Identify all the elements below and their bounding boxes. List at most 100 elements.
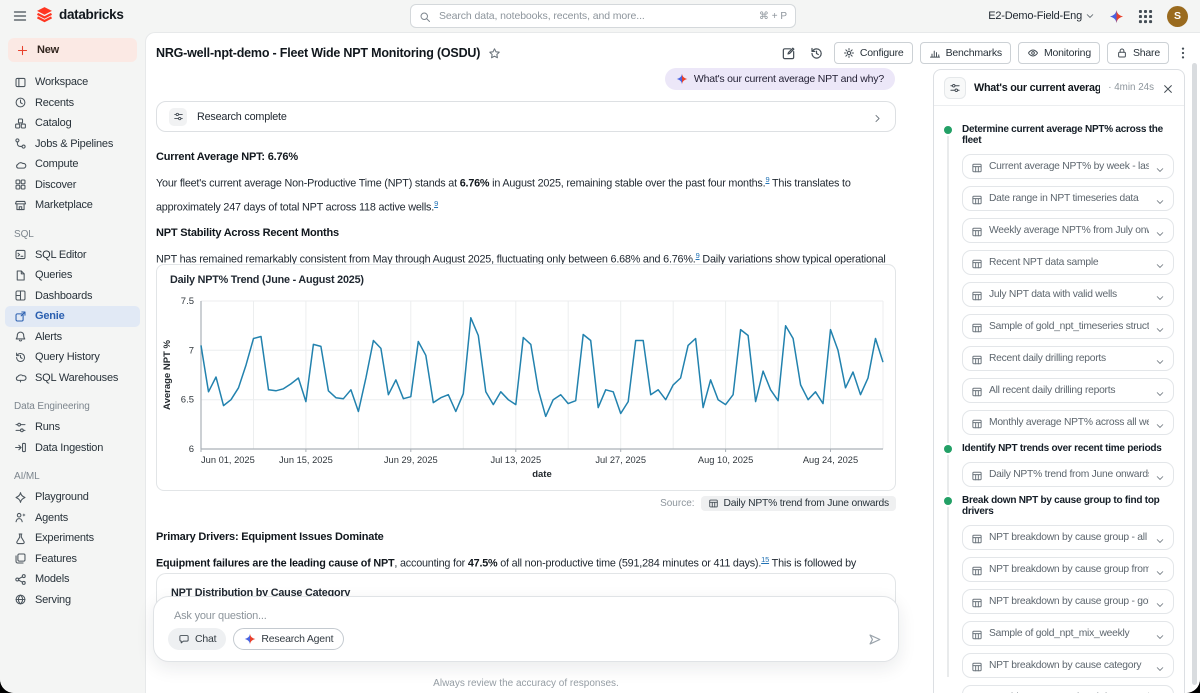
configure-button[interactable]: Configure [834,42,913,64]
sidebar-item-sql-editor[interactable]: SQL Editor [0,245,145,266]
benchmarks-button[interactable]: Benchmarks [920,42,1011,64]
chat-mode-button[interactable]: Chat [168,628,226,650]
research-step-recent-daily-drilling-reports[interactable]: Recent daily drilling reports [962,346,1174,371]
timeline-connector [947,128,949,677]
table-icon [971,385,983,397]
share-button[interactable]: Share [1107,42,1169,64]
sidebar-item-genie[interactable]: Genie [5,306,140,327]
sidebar-item-queries[interactable]: Queries [0,265,145,286]
sidebar-item-workspace[interactable]: Workspace [0,72,145,93]
edit-icon[interactable] [781,46,796,61]
serving-icon [14,593,27,606]
research-step-current-average-npt-by-week-last-60-days[interactable]: Current average NPT% by week - last 60 d… [962,154,1174,179]
research-icon [944,77,966,99]
research-group-identify-npt-trends-over-recent-time-periods: Identify NPT trends over recent time per… [944,443,1174,454]
footnote-link[interactable]: 9 [696,251,700,260]
send-icon[interactable] [867,632,882,647]
table-icon [971,564,983,576]
sidebar-item-label: Agents [35,512,68,524]
sidebar-item-runs[interactable]: Runs [0,417,145,438]
research-step-npt-breakdown-by-cause-group-from-events[interactable]: NPT breakdown by cause group from events [962,557,1174,582]
sidebar-item-label: Genie [35,310,65,322]
sidebar-item-compute[interactable]: Compute [0,154,145,175]
menu-icon[interactable] [12,8,28,24]
sidebar-item-recents[interactable]: Recents [0,93,145,114]
sidebar-item-new[interactable]: New [8,38,137,62]
table-icon [971,596,983,608]
research-status-label: Research complete [197,111,287,123]
research-step-npt-breakdown-by-cause-category[interactable]: NPT breakdown by cause category [962,653,1174,678]
sidebar-item-discover[interactable]: Discover [0,175,145,196]
research-step-july-npt-data-with-valid-wells[interactable]: July NPT data with valid wells [962,282,1174,307]
research-status-card[interactable]: Research complete [156,101,896,132]
scrollbar[interactable] [1192,63,1197,685]
research-step-monthly-npt-cause-breakdown-trend[interactable]: Monthly NPT cause breakdown trend [962,685,1174,693]
research-step-recent-npt-data-sample[interactable]: Recent NPT data sample [962,250,1174,275]
sidebar-item-playground[interactable]: Playground [0,487,145,508]
close-icon[interactable] [1162,82,1174,94]
monitoring-button[interactable]: Monitoring [1018,42,1100,64]
favorite-star-icon[interactable] [488,47,501,60]
section-heading: Primary Drivers: Equipment Issues Domina… [156,531,898,543]
more-menu-icon[interactable] [1176,46,1190,60]
history-icon[interactable] [809,46,824,61]
source-pill[interactable]: Daily NPT% trend from June onwards [701,496,896,511]
sidebar-item-label: Recents [35,97,74,109]
section-heading: Current Average NPT: 6.76% [156,151,898,163]
research-step-weekly-average-npt-from-july-onwards[interactable]: Weekly average NPT% from July onwards [962,218,1174,243]
avatar[interactable]: S [1167,6,1188,27]
workspace-switcher[interactable]: E2-Demo-Field-Eng [988,10,1095,22]
research-step-sample-of-gold-npt-timeseries-structure[interactable]: Sample of gold_npt_timeseries structure [962,314,1174,339]
doc-icon [14,269,27,282]
runs-icon [14,421,27,434]
search-input[interactable] [437,9,753,23]
sidebar-item-query-history[interactable]: Query History [0,347,145,368]
research-step-daily-npt-trend-from-june-onwards[interactable]: Daily NPT% trend from June onwards [962,462,1174,487]
research-step-monthly-average-npt-across-all-wells[interactable]: Monthly average NPT% across all wells [962,410,1174,435]
sidebar-item-marketplace[interactable]: Marketplace [0,195,145,216]
svg-text:Aug 24, 2025: Aug 24, 2025 [803,455,858,465]
pipelines-icon [14,137,27,150]
chevron-down-icon [1155,162,1165,172]
sidebar-item-alerts[interactable]: Alerts [0,327,145,348]
research-step-npt-breakdown-by-cause-group-all-time[interactable]: NPT breakdown by cause group - all time [962,525,1174,550]
research-step-label: July NPT data with valid wells [989,289,1149,300]
content-area: NRG-well-npt-demo - Fleet Wide NPT Monit… [145,32,1200,693]
svg-text:Jul 27, 2025: Jul 27, 2025 [595,455,646,465]
table-icon [971,193,983,205]
footnote-link[interactable]: 9 [434,199,438,208]
research-step-npt-breakdown-by-cause-group-gold-mix-wee[interactable]: NPT breakdown by cause group - gold mix … [962,589,1174,614]
svg-text:Jun 29, 2025: Jun 29, 2025 [384,455,438,465]
chevron-down-icon [1155,226,1165,236]
databricks-logo[interactable]: databricks [36,6,124,23]
sidebar-item-catalog[interactable]: Catalog [0,113,145,134]
research-step-sample-of-gold-npt-mix-weekly[interactable]: Sample of gold_npt_mix_weekly [962,621,1174,646]
user-question-text: What's our current average NPT and why? [694,73,884,85]
research-agent-mode-button[interactable]: Research Agent [233,628,344,650]
sidebar: New Workspace Recents CatalogJobs & Pipelin… [0,32,145,693]
sidebar-item-dashboards[interactable]: Dashboards [0,286,145,307]
research-step-all-recent-daily-drilling-reports[interactable]: All recent daily drilling reports [962,378,1174,403]
sidebar-item-jobs-pipelines[interactable]: Jobs & Pipelines [0,134,145,155]
research-step-date-range-in-npt-timeseries-data[interactable]: Date range in NPT timeseries data [962,186,1174,211]
table-icon [971,469,983,481]
sidebar-item-agents[interactable]: Agents [0,508,145,529]
footnote-link[interactable]: 15 [761,555,769,564]
footnote-link[interactable]: 9 [765,175,769,184]
table-icon [971,161,983,173]
sidebar-item-models[interactable]: Models [0,569,145,590]
sidebar-item-sql-warehouses[interactable]: SQL Warehouses [0,368,145,389]
sidebar-item-features[interactable]: Features [0,549,145,570]
chevron-down-icon [1155,258,1165,268]
assistant-sparkle-icon[interactable] [1109,9,1124,24]
historyclock-icon [14,351,27,364]
sidebar-item-serving[interactable]: Serving [0,590,145,611]
research-step-label: NPT breakdown by cause group from events [989,564,1149,575]
chevron-down-icon [1155,354,1165,364]
ask-input[interactable] [172,609,880,623]
sidebar-item-data-ingestion[interactable]: Data Ingestion [0,438,145,459]
apps-grid-icon[interactable] [1138,9,1153,24]
sidebar-item-label: Queries [35,269,72,281]
sidebar-item-experiments[interactable]: Experiments [0,528,145,549]
global-search[interactable]: ⌘ + P [410,4,796,28]
